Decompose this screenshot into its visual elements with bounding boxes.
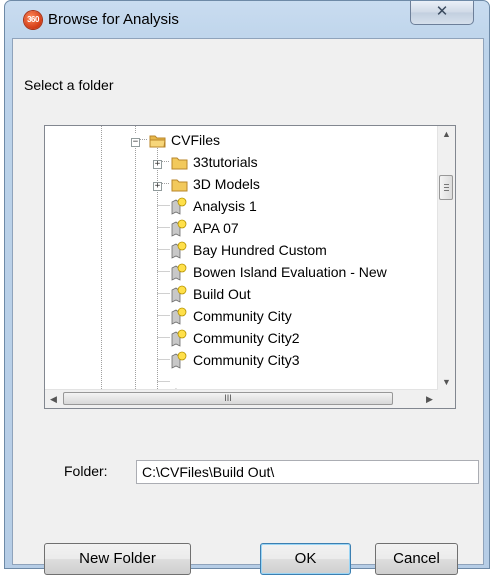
tree-node-analysis[interactable]: Bowen Island Evaluation - New	[45, 261, 440, 283]
tree-node-label: 3D Models	[193, 176, 260, 192]
folder-icon	[171, 157, 188, 170]
title-bar[interactable]: 360 Browse for Analysis ✕	[5, 1, 489, 39]
analysis-icon	[171, 219, 187, 237]
close-button[interactable]: ✕	[410, 1, 474, 25]
vertical-scroll-thumb[interactable]	[439, 175, 453, 200]
prompt-text: Select a folder	[24, 77, 114, 93]
tree-node-folder[interactable]: + 3D Models	[45, 173, 440, 195]
tree-node-label: CVFiles	[171, 132, 221, 148]
cancel-button[interactable]: Cancel	[375, 543, 458, 575]
horizontal-scrollbar[interactable]: ◀ III ▶	[45, 389, 438, 408]
analysis-icon	[171, 351, 187, 369]
expand-icon[interactable]: +	[153, 182, 162, 191]
folder-path-field[interactable]	[136, 460, 479, 484]
tree-node-analysis[interactable]: Community City3	[45, 349, 440, 371]
folder-icon	[171, 179, 188, 192]
tree-node-label: Bay Hundred Custom	[193, 242, 327, 258]
tree-node-label: Community City3	[193, 352, 300, 368]
dialog-window: 360 Browse for Analysis ✕ Select a folde…	[4, 0, 490, 575]
tree-node-label: 33tutorials	[193, 154, 258, 170]
scrollbar-corner	[438, 390, 455, 408]
scroll-up-icon[interactable]: ▲	[438, 126, 455, 143]
analysis-icon	[171, 241, 187, 259]
dialog-body: Select a folder − CVFiles + 33tutorials …	[12, 38, 484, 575]
scroll-left-icon[interactable]: ◀	[45, 390, 62, 408]
tree-node-analysis[interactable]: Bay Hundred Custom	[45, 239, 440, 261]
folder-tree[interactable]: − CVFiles + 33tutorials + 3D Models Anal…	[44, 125, 456, 409]
vertical-scrollbar[interactable]: ▲ ▼	[437, 126, 455, 391]
expand-icon[interactable]: +	[153, 160, 162, 169]
analysis-icon	[171, 329, 187, 347]
folder-field-label: Folder:	[64, 463, 108, 479]
analysis-icon	[171, 307, 187, 325]
tree-node-label: APA 07	[193, 220, 239, 236]
analysis-icon	[171, 197, 187, 215]
tree-node-label: Analysis 1	[193, 198, 257, 214]
tree-node-label: Build Out	[193, 286, 251, 302]
analysis-icon	[171, 285, 187, 303]
collapse-icon[interactable]: −	[131, 138, 140, 147]
tree-node-analysis[interactable]: Community City2	[45, 327, 440, 349]
tree-node-label: Bowen Island Evaluation - New	[193, 264, 387, 280]
tree-node-label: Community City2	[193, 330, 300, 346]
scroll-down-icon[interactable]: ▼	[438, 374, 455, 391]
tree-node-folder[interactable]: + 33tutorials	[45, 151, 440, 173]
tree-node-cvfiles[interactable]: − CVFiles	[45, 129, 440, 151]
ok-button[interactable]: OK	[260, 543, 351, 575]
analysis-icon	[171, 263, 187, 281]
new-folder-button[interactable]: New Folder	[44, 543, 191, 575]
window-title: Browse for Analysis	[48, 11, 179, 28]
tree-node-analysis[interactable]: Build Out	[45, 283, 440, 305]
tree-node-analysis[interactable]: APA 07	[45, 217, 440, 239]
tree-node-analysis[interactable]: Analysis 1	[45, 195, 440, 217]
scroll-right-icon[interactable]: ▶	[421, 390, 438, 408]
tree-node-label: Community City	[193, 308, 292, 324]
app-logo-icon: 360	[24, 11, 42, 29]
horizontal-scroll-thumb[interactable]: III	[63, 392, 393, 405]
folder-open-icon	[149, 135, 166, 148]
tree-node-analysis[interactable]: Community City	[45, 305, 440, 327]
